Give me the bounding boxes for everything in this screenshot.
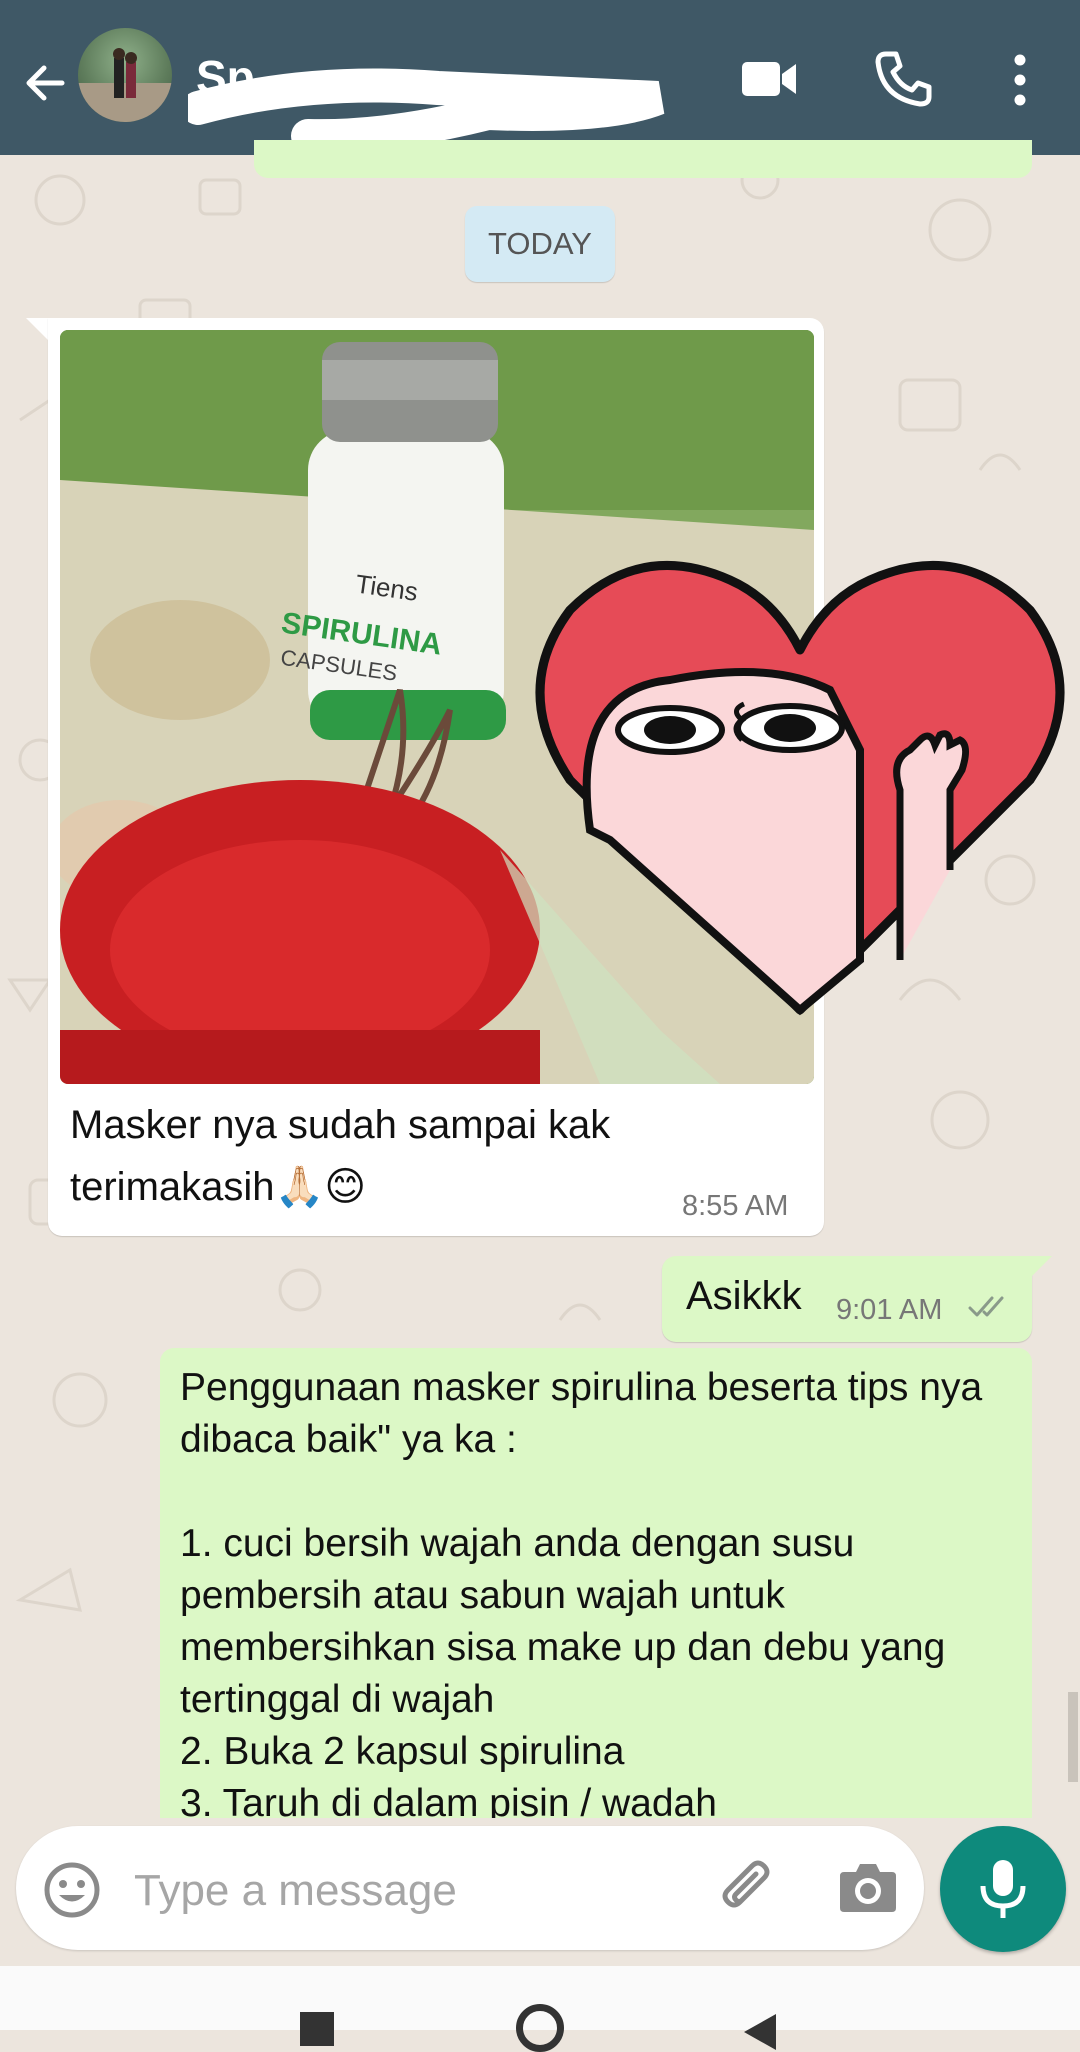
- attach-icon[interactable]: [716, 1858, 778, 1920]
- incoming-message-time: 8:55 AM: [682, 1190, 789, 1222]
- redaction-scribble: [188, 68, 665, 146]
- date-chip: TODAY: [465, 206, 615, 282]
- outgoing-bubble-tail: [1028, 1256, 1052, 1280]
- back-arrow-icon[interactable]: [18, 55, 74, 111]
- caption-line-2: terimakasih🙏🏻😊: [70, 1165, 367, 1209]
- outgoing-long-message-text: Penggunaan masker spirulina beserta tips…: [180, 1366, 983, 1818]
- caption-line-1: Masker nya sudah sampai kak: [70, 1103, 611, 1147]
- heart-sticker: [535, 560, 1065, 1016]
- avatar-photo: [78, 48, 172, 122]
- double-check-icon: [968, 1296, 1004, 1317]
- outgoing-message-time: 9:01 AM: [836, 1294, 943, 1326]
- voice-record-button[interactable]: [940, 1826, 1066, 1952]
- avatar[interactable]: [78, 28, 172, 122]
- nav-back-icon[interactable]: [740, 2010, 780, 2050]
- home-icon[interactable]: [516, 2004, 564, 2052]
- camera-icon[interactable]: [838, 1858, 898, 1916]
- mic-icon: [980, 1860, 1026, 1918]
- previous-message-bubble[interactable]: [254, 140, 1032, 178]
- video-call-icon[interactable]: [738, 52, 800, 106]
- more-vert-icon[interactable]: [1000, 50, 1040, 110]
- incoming-message-caption: Masker nya sudah sampai kak terimakasih🙏…: [70, 1094, 750, 1218]
- outgoing-message-text: Asikkk: [686, 1274, 802, 1318]
- message-input[interactable]: [132, 1858, 696, 1924]
- emoji-icon[interactable]: [42, 1860, 102, 1920]
- scrollbar-thumb[interactable]: [1068, 1692, 1078, 1782]
- phone-call-icon[interactable]: [872, 48, 934, 110]
- recent-apps-icon[interactable]: [300, 2012, 334, 2046]
- outgoing-long-message-bubble[interactable]: Penggunaan masker spirulina beserta tips…: [160, 1348, 1032, 1818]
- chat-header: Sp: [0, 0, 1080, 155]
